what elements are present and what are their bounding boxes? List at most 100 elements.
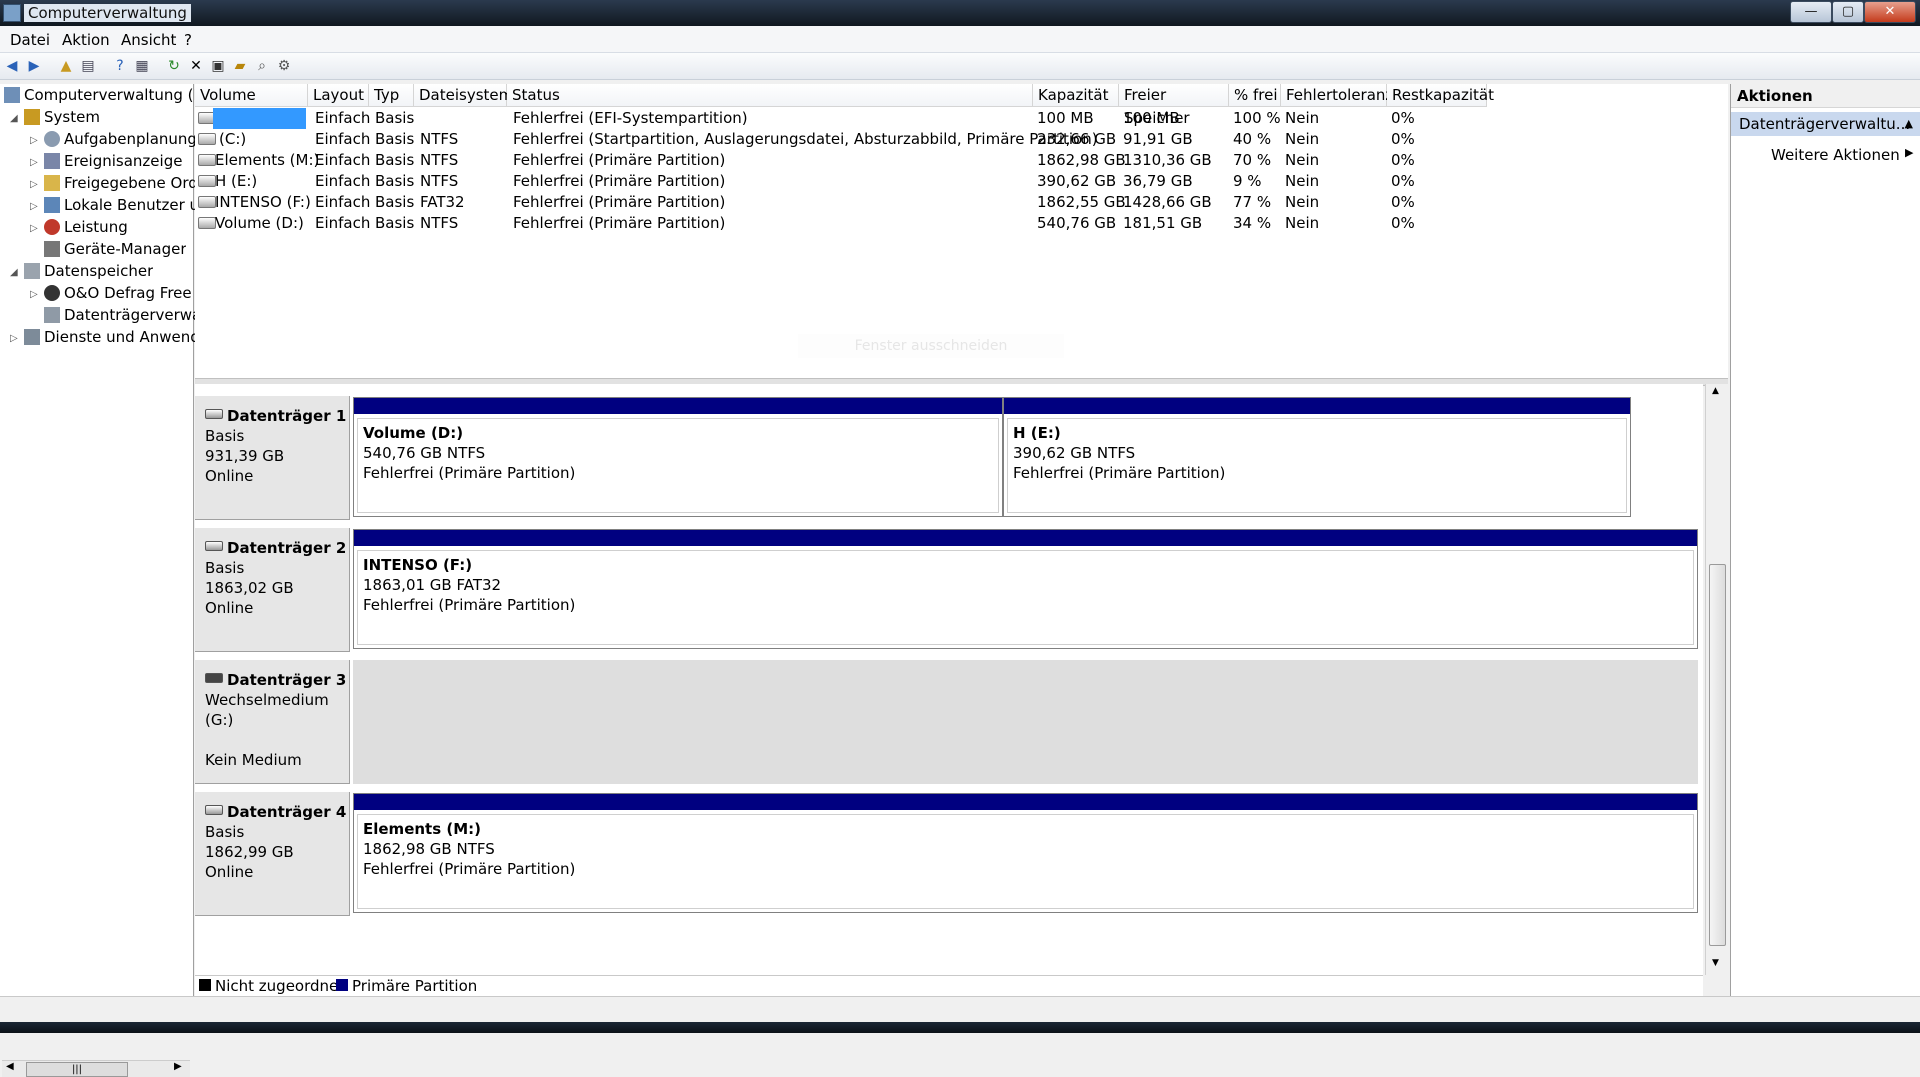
- open-folder-icon[interactable]: ▰: [232, 58, 248, 74]
- menu-aktion[interactable]: Aktion: [62, 31, 110, 49]
- computer-icon: [4, 87, 20, 103]
- tree-item-computerverwaltung[interactable]: Computerverwaltung (Lc: [4, 86, 210, 108]
- shared-folder-icon: [44, 175, 60, 191]
- partition-size: 1863,01 GB FAT32: [363, 576, 502, 594]
- partition-elements-m[interactable]: Elements (M:) 1862,98 GB NTFS Fehlerfrei…: [353, 793, 1698, 913]
- volume-cell[interactable]: INTENSO (F:): [215, 192, 311, 213]
- prozent-cell: 34 %: [1233, 214, 1272, 232]
- partition-h-e[interactable]: H (E:) 390,62 GB NTFS Fehlerfrei (Primär…: [1003, 397, 1631, 517]
- check-icon[interactable]: ▣: [210, 58, 226, 74]
- tree-item-datenspeicher[interactable]: Datenspeicher: [24, 262, 153, 284]
- more-actions-link[interactable]: Weitere Aktionen ▶: [1771, 146, 1913, 164]
- device-manager-icon: [44, 241, 60, 257]
- column-header-status[interactable]: Status: [507, 84, 1033, 107]
- column-header-freier-speicher[interactable]: Freier Speicher: [1119, 84, 1229, 127]
- scroll-down-icon[interactable]: ▼: [1712, 958, 1719, 968]
- disk-name: Datenträger 1: [227, 407, 347, 425]
- minimize-button[interactable]: —: [1790, 1, 1832, 23]
- layout-cell: Einfach: [315, 214, 371, 232]
- menu-datei[interactable]: Datei: [10, 31, 50, 49]
- scroll-thumb[interactable]: |||: [26, 1062, 128, 1077]
- column-header-kapazitaet[interactable]: Kapazität: [1033, 84, 1119, 107]
- legend-unallocated: Nicht zugeordnet: [215, 977, 345, 995]
- prozent-cell: 70 %: [1233, 151, 1272, 169]
- disk-icon: [205, 805, 223, 815]
- collapse-icon[interactable]: ◢: [10, 113, 18, 124]
- disk-management-icon: [44, 307, 60, 323]
- properties-icon[interactable]: ▦: [134, 58, 150, 74]
- column-header-fehlertoleranz[interactable]: Fehlertoleranz: [1281, 84, 1393, 107]
- maximize-button[interactable]: ▢: [1832, 1, 1864, 23]
- tree-item-lokale-benutzer[interactable]: Lokale Benutzer un: [44, 196, 209, 218]
- tree-item-aufgabenplanung[interactable]: Aufgabenplanung: [44, 130, 197, 152]
- disk-view: Datenträger 1 Basis 931,39 GB Online Vol…: [195, 384, 1703, 975]
- help-icon[interactable]: ?: [112, 58, 128, 74]
- search-icon[interactable]: ⌕: [254, 58, 270, 74]
- partition-intenso-f[interactable]: INTENSO (F:) 1863,01 GB FAT32 Fehlerfrei…: [353, 529, 1698, 649]
- tree-item-system[interactable]: System: [24, 108, 100, 130]
- expand-icon[interactable]: ▷: [30, 135, 38, 146]
- volume-cell[interactable]: H (E:): [215, 171, 257, 192]
- volume-cell[interactable]: [213, 108, 306, 129]
- refresh-icon[interactable]: ↻: [166, 58, 182, 74]
- scroll-thumb[interactable]: [1709, 564, 1726, 946]
- scroll-right-icon[interactable]: ▶: [174, 1061, 182, 1072]
- expand-icon[interactable]: ▷: [10, 333, 18, 344]
- settings-icon[interactable]: ⚙: [276, 58, 292, 74]
- column-header-layout[interactable]: Layout: [308, 84, 369, 107]
- tree-item-ereignisanzeige[interactable]: Ereignisanzeige: [44, 152, 182, 174]
- expand-icon[interactable]: ▷: [30, 289, 38, 300]
- tools-icon: [24, 109, 40, 125]
- kapazitaet-cell: 390,62 GB: [1037, 172, 1117, 190]
- volume-cell[interactable]: Volume (D:): [215, 213, 304, 234]
- show-hide-tree-icon[interactable]: ▤: [80, 58, 96, 74]
- column-header-dateisystem[interactable]: Dateisystem: [414, 84, 513, 107]
- status-cell: Fehlerfrei (Primäre Partition): [513, 214, 726, 232]
- disk-label[interactable]: Datenträger 4 Basis 1862,99 GB Online: [195, 792, 350, 916]
- actions-section-disk-management[interactable]: Datenträgerverwaltu... ▲: [1731, 112, 1920, 136]
- menu-help[interactable]: ?: [184, 31, 192, 49]
- scroll-left-icon[interactable]: ◀: [6, 1061, 14, 1072]
- expand-icon[interactable]: ▷: [30, 201, 38, 212]
- tree-item-datentraegerverwaltung[interactable]: Datenträgerverwal: [44, 306, 205, 328]
- forward-icon[interactable]: ▶: [26, 58, 42, 74]
- back-icon[interactable]: ◀: [4, 58, 20, 74]
- title-bar: Computerverwaltung — ▢ ✕: [0, 0, 1920, 26]
- disk-label[interactable]: Datenträger 3 Wechselmedium (G:) Kein Me…: [195, 660, 350, 784]
- partition-volume-d[interactable]: Volume (D:) 540,76 GB NTFS Fehlerfrei (P…: [353, 397, 1003, 517]
- tree-horizontal-scrollbar[interactable]: ◀ ||| ▶: [2, 1060, 190, 1077]
- delete-icon[interactable]: ✕: [188, 58, 204, 74]
- menu-bar: Datei Aktion Ansicht ?: [0, 26, 1920, 53]
- column-header-prozent-frei[interactable]: % frei: [1229, 84, 1281, 107]
- up-folder-icon[interactable]: ▲: [58, 58, 74, 74]
- tree-item-freigegebene-ordner[interactable]: Freigegebene Ordr: [44, 174, 204, 196]
- disk-name: Datenträger 4: [227, 803, 347, 821]
- expand-icon[interactable]: ▷: [30, 223, 38, 234]
- actions-pane: Aktionen Datenträgerverwaltu... ▲ Weiter…: [1730, 84, 1920, 996]
- expand-icon[interactable]: ▷: [30, 179, 38, 190]
- tree-item-leistung[interactable]: Leistung: [44, 218, 128, 240]
- disk-name: Datenträger 2: [227, 539, 347, 557]
- close-button[interactable]: ✕: [1864, 1, 1916, 23]
- fehler-cell: Nein: [1285, 172, 1320, 190]
- volume-cell[interactable]: Elements (M:): [215, 150, 319, 171]
- disk-icon: [205, 409, 223, 419]
- disk-label[interactable]: Datenträger 1 Basis 931,39 GB Online: [195, 396, 350, 520]
- menu-ansicht[interactable]: Ansicht: [121, 31, 176, 49]
- more-actions-label: Weitere Aktionen: [1771, 146, 1900, 164]
- expand-icon[interactable]: ▷: [30, 157, 38, 168]
- volume-cell[interactable]: (C:): [219, 129, 246, 150]
- tree-item-geraete-manager[interactable]: Geräte-Manager: [44, 240, 186, 262]
- column-header-volume[interactable]: Volume: [195, 84, 308, 107]
- typ-cell: Basis: [375, 130, 415, 148]
- collapse-icon[interactable]: ◢: [10, 267, 18, 278]
- tree-item-dienste[interactable]: Dienste und Anwendu: [24, 328, 209, 350]
- partition-status: Fehlerfrei (Primäre Partition): [363, 596, 576, 614]
- column-header-typ[interactable]: Typ: [369, 84, 414, 107]
- disk-label[interactable]: Datenträger 2 Basis 1863,02 GB Online: [195, 528, 350, 652]
- scroll-up-icon[interactable]: ▲: [1712, 386, 1719, 396]
- tree-item-oo-defrag[interactable]: O&O Defrag Free E: [44, 284, 206, 306]
- disk-view-scrollbar[interactable]: ▲ ▼: [1705, 384, 1728, 975]
- column-header-restkapazitaet[interactable]: Restkapazität: [1387, 84, 1494, 107]
- collapse-up-icon[interactable]: ▲: [1905, 112, 1913, 136]
